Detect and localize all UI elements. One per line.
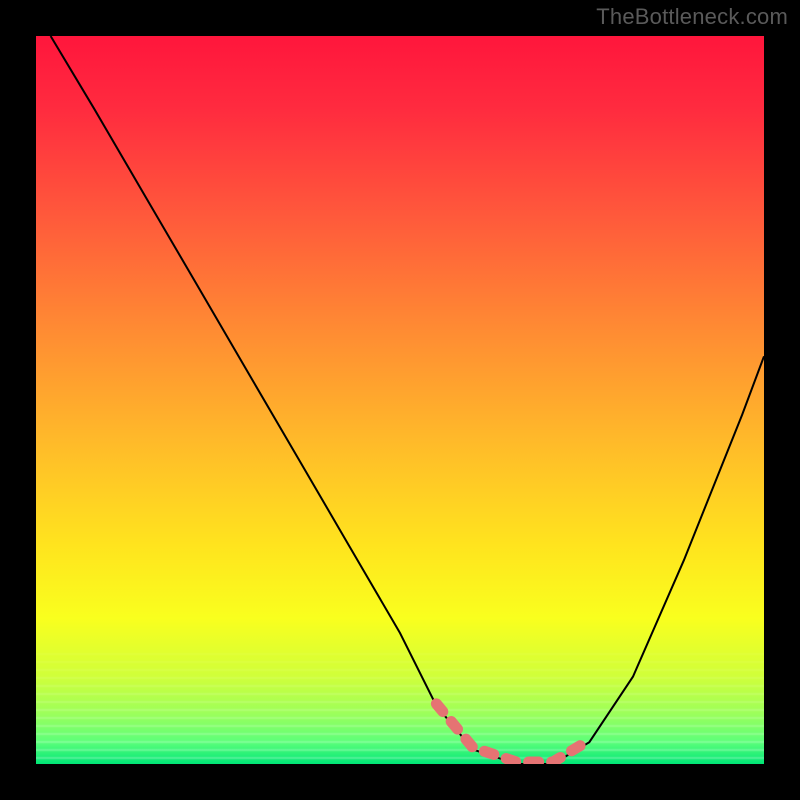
watermark-text: TheBottleneck.com (596, 4, 788, 30)
chart-svg (36, 36, 764, 764)
plot-area (36, 36, 764, 764)
chart-frame: TheBottleneck.com (0, 0, 800, 800)
